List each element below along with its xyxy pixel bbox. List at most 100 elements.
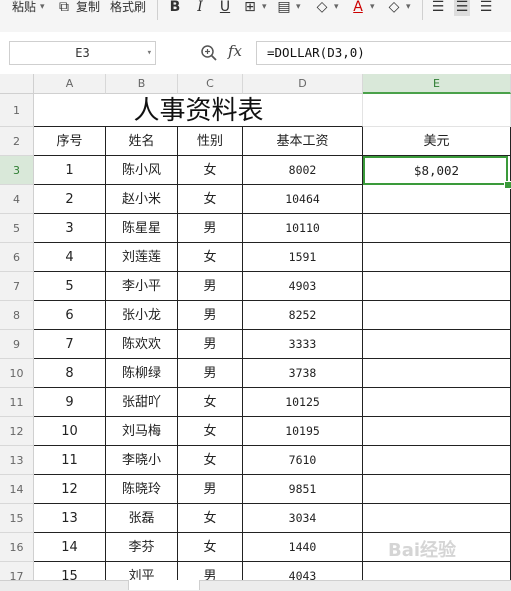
table-cell[interactable]: 1591 bbox=[243, 243, 363, 272]
table-cell[interactable]: 3034 bbox=[243, 504, 363, 533]
table-cell[interactable] bbox=[363, 243, 511, 272]
fill-handle[interactable] bbox=[504, 181, 511, 189]
table-cell[interactable]: 10 bbox=[34, 417, 106, 446]
format-painter-button[interactable]: 格式刷 bbox=[110, 0, 146, 14]
fill-color-icon[interactable]: ▤ bbox=[276, 0, 292, 16]
table-cell[interactable] bbox=[363, 417, 511, 446]
row-header-5[interactable]: 5 bbox=[0, 214, 34, 243]
table-cell[interactable] bbox=[363, 272, 511, 301]
table-cell[interactable] bbox=[363, 475, 511, 504]
column-header-d[interactable]: D bbox=[243, 74, 363, 94]
table-cell[interactable]: 9851 bbox=[243, 475, 363, 504]
header-cell[interactable]: 姓名 bbox=[106, 127, 178, 156]
table-cell[interactable]: 4903 bbox=[243, 272, 363, 301]
header-cell[interactable]: 序号 bbox=[34, 127, 106, 156]
table-cell[interactable]: 张小龙 bbox=[106, 301, 178, 330]
eraser-icon[interactable]: ◇ bbox=[386, 0, 402, 16]
table-cell[interactable]: 女 bbox=[178, 388, 243, 417]
paste-button[interactable]: 粘贴 bbox=[12, 0, 36, 14]
row-header-3[interactable]: 3 bbox=[0, 156, 34, 185]
table-cell[interactable]: 女 bbox=[178, 504, 243, 533]
table-cell[interactable] bbox=[363, 214, 511, 243]
zoom-formula-icon[interactable] bbox=[200, 44, 218, 62]
table-cell[interactable]: 10195 bbox=[243, 417, 363, 446]
table-cell[interactable]: 张磊 bbox=[106, 504, 178, 533]
table-cell[interactable]: 李晓小 bbox=[106, 446, 178, 475]
table-cell[interactable]: 男 bbox=[178, 272, 243, 301]
table-cell[interactable]: 刘莲莲 bbox=[106, 243, 178, 272]
table-cell[interactable]: 14 bbox=[34, 533, 106, 562]
align-left-icon[interactable]: ☰ bbox=[430, 0, 446, 16]
font-color-button[interactable]: A bbox=[350, 0, 366, 16]
table-cell[interactable]: 陈欢欢 bbox=[106, 330, 178, 359]
table-cell[interactable]: 女 bbox=[178, 185, 243, 214]
table-cell[interactable]: 男 bbox=[178, 214, 243, 243]
table-cell[interactable] bbox=[363, 301, 511, 330]
table-cell[interactable]: 男 bbox=[178, 330, 243, 359]
table-cell[interactable] bbox=[363, 359, 511, 388]
table-cell[interactable] bbox=[363, 446, 511, 475]
table-cell[interactable]: 7610 bbox=[243, 446, 363, 475]
fill-dropdown-icon[interactable]: ▾ bbox=[296, 0, 301, 14]
paint-bucket-icon[interactable]: ◇ bbox=[314, 0, 330, 16]
underline-button[interactable]: U bbox=[217, 0, 233, 16]
align-center-icon[interactable]: ☰ bbox=[454, 0, 470, 16]
row-header-2[interactable]: 2 bbox=[0, 127, 34, 156]
select-all-corner[interactable] bbox=[0, 74, 34, 94]
border-dropdown-icon[interactable]: ▾ bbox=[262, 0, 267, 14]
table-cell[interactable]: 陈晓玲 bbox=[106, 475, 178, 504]
table-cell[interactable]: 赵小米 bbox=[106, 185, 178, 214]
table-cell[interactable]: 1 bbox=[34, 156, 106, 185]
table-cell[interactable]: 9 bbox=[34, 388, 106, 417]
table-cell[interactable] bbox=[363, 504, 511, 533]
row-header-14[interactable]: 14 bbox=[0, 475, 34, 504]
active-sheet-tab[interactable] bbox=[128, 580, 200, 590]
align-right-icon[interactable]: ☰ bbox=[478, 0, 494, 16]
table-cell[interactable]: 4 bbox=[34, 243, 106, 272]
table-cell[interactable] bbox=[363, 388, 511, 417]
paste-dropdown-icon[interactable]: ▾ bbox=[40, 0, 45, 14]
table-cell[interactable]: 11 bbox=[34, 446, 106, 475]
bold-button[interactable]: B bbox=[167, 0, 183, 16]
header-cell[interactable]: 性别 bbox=[178, 127, 243, 156]
row-header-4[interactable]: 4 bbox=[0, 185, 34, 214]
table-cell[interactable]: 1440 bbox=[243, 533, 363, 562]
row-header-6[interactable]: 6 bbox=[0, 243, 34, 272]
sheet-title[interactable]: 人事资料表 bbox=[34, 94, 363, 127]
row-header-1[interactable]: 1 bbox=[0, 94, 34, 127]
table-cell[interactable]: 女 bbox=[178, 417, 243, 446]
chevron-down-icon[interactable]: ▾ bbox=[147, 42, 152, 64]
column-header-b[interactable]: B bbox=[106, 74, 178, 94]
copy-button[interactable]: 复制 bbox=[76, 0, 100, 14]
table-cell[interactable]: 女 bbox=[178, 243, 243, 272]
table-cell[interactable] bbox=[363, 185, 511, 214]
table-cell[interactable]: 3333 bbox=[243, 330, 363, 359]
table-cell[interactable]: 7 bbox=[34, 330, 106, 359]
table-cell[interactable]: 张甜吖 bbox=[106, 388, 178, 417]
table-cell[interactable]: 12 bbox=[34, 475, 106, 504]
font-color-dropdown-icon[interactable]: ▾ bbox=[370, 0, 375, 14]
column-header-a[interactable]: A bbox=[34, 74, 106, 94]
table-cell[interactable]: 李小平 bbox=[106, 272, 178, 301]
table-cell[interactable]: 女 bbox=[178, 446, 243, 475]
row-header-8[interactable]: 8 bbox=[0, 301, 34, 330]
table-cell[interactable]: 10125 bbox=[243, 388, 363, 417]
column-header-e[interactable]: E bbox=[363, 74, 511, 94]
table-cell[interactable]: 8002 bbox=[243, 156, 363, 185]
copy-icon[interactable]: ⧉ bbox=[56, 0, 72, 16]
row-header-13[interactable]: 13 bbox=[0, 446, 34, 475]
eraser-dropdown-icon[interactable]: ▾ bbox=[406, 0, 411, 14]
row-header-10[interactable]: 10 bbox=[0, 359, 34, 388]
table-cell[interactable]: 2 bbox=[34, 185, 106, 214]
table-cell[interactable]: 陈星星 bbox=[106, 214, 178, 243]
header-cell[interactable]: 基本工资 bbox=[243, 127, 363, 156]
table-cell[interactable]: 女 bbox=[178, 156, 243, 185]
formula-input[interactable]: =DOLLAR(D3,0) bbox=[256, 41, 511, 65]
table-cell[interactable]: 13 bbox=[34, 504, 106, 533]
table-cell[interactable]: 3 bbox=[34, 214, 106, 243]
table-cell[interactable]: 男 bbox=[178, 359, 243, 388]
table-cell[interactable]: 男 bbox=[178, 301, 243, 330]
row-header-7[interactable]: 7 bbox=[0, 272, 34, 301]
table-cell[interactable]: 8252 bbox=[243, 301, 363, 330]
bucket-dropdown-icon[interactable]: ▾ bbox=[334, 0, 339, 14]
